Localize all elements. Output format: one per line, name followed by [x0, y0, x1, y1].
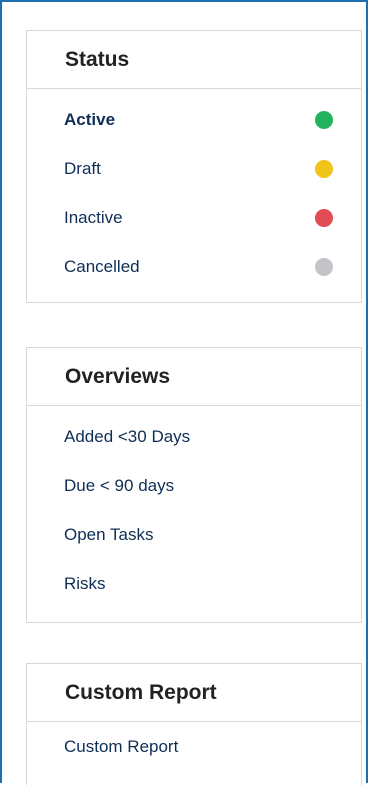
custom-report-label: Custom Report — [64, 736, 179, 756]
overview-item-added-30-days[interactable]: Added <30 Days — [27, 412, 361, 461]
status-panel: Status Active Draft Inactive Cancelled — [26, 30, 362, 303]
overviews-panel: Overviews Added <30 Days Due < 90 days O… — [26, 347, 362, 623]
overview-item-risks[interactable]: Risks — [27, 559, 361, 608]
status-panel-title: Status — [27, 31, 361, 89]
status-list: Active Draft Inactive Cancelled — [27, 89, 361, 291]
status-dot-green-icon — [315, 110, 333, 129]
status-item-draft[interactable]: Draft — [27, 144, 361, 193]
custom-report-panel-title: Custom Report — [27, 664, 361, 722]
status-item-label: Cancelled — [64, 256, 140, 276]
status-dot-red-icon — [315, 208, 333, 227]
overview-item-label: Open Tasks — [64, 524, 154, 544]
status-item-active[interactable]: Active — [27, 95, 361, 144]
status-dot-yellow-icon — [315, 159, 333, 178]
overview-item-label: Due < 90 days — [64, 475, 175, 495]
status-item-label: Inactive — [64, 207, 123, 227]
status-dot-gray-icon — [315, 257, 333, 276]
custom-report-link[interactable]: Custom Report — [27, 722, 361, 771]
overview-item-label: Risks — [64, 573, 106, 593]
status-item-inactive[interactable]: Inactive — [27, 193, 361, 242]
status-item-label: Active — [64, 109, 116, 129]
custom-report-list: Custom Report — [27, 722, 361, 771]
overview-item-open-tasks[interactable]: Open Tasks — [27, 510, 361, 559]
custom-report-panel: Custom Report Custom Report — [26, 663, 362, 785]
status-item-label: Draft — [64, 158, 101, 178]
overviews-list: Added <30 Days Due < 90 days Open Tasks … — [27, 406, 361, 608]
sidebar-frame: Status Active Draft Inactive Cancelled O… — [0, 0, 368, 785]
overview-item-due-90-days[interactable]: Due < 90 days — [27, 461, 361, 510]
status-item-cancelled[interactable]: Cancelled — [27, 242, 361, 291]
overview-item-label: Added <30 Days — [64, 426, 191, 446]
overviews-panel-title: Overviews — [27, 348, 361, 406]
